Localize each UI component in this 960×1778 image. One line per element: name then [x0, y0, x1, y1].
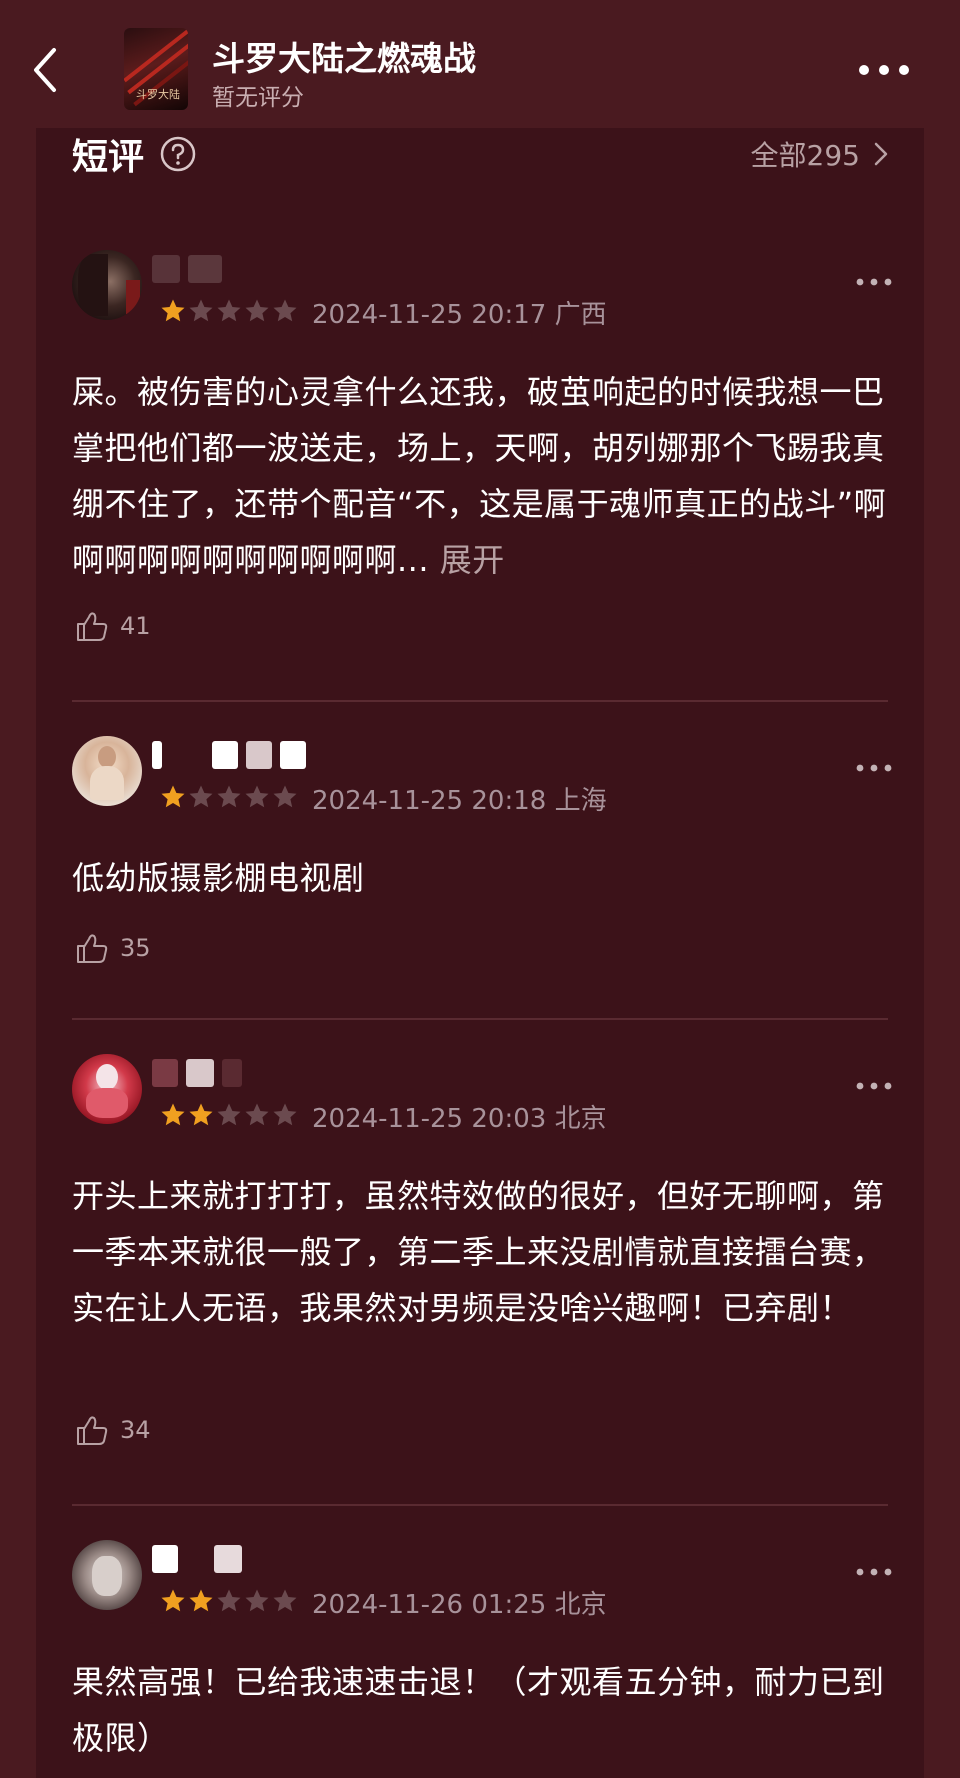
star-filled-icon — [161, 1103, 185, 1126]
star-empty-icon — [217, 1103, 241, 1126]
like-count: 41 — [120, 612, 151, 640]
review-meta: 2024-11-26 01:25 北京 — [312, 1584, 607, 1621]
avatar[interactable] — [72, 736, 142, 806]
review-meta: 2024-11-25 20:03 北京 — [312, 1098, 607, 1135]
rating-status: 暂无评分 — [212, 85, 304, 111]
review-date: 2024-11-25 20:03 — [312, 1104, 547, 1134]
more-options-button[interactable] — [856, 58, 912, 82]
star-empty-icon — [245, 785, 269, 808]
review-item: 2024-11-25 20:17 广西 屎。被伤害的心灵拿什么还我，破茧响起的时… — [36, 250, 924, 700]
review-date: 2024-11-25 20:17 — [312, 300, 547, 330]
avatar[interactable] — [72, 250, 142, 320]
rating-stars — [160, 784, 298, 810]
star-filled-icon — [161, 299, 185, 322]
star-empty-icon — [189, 785, 213, 808]
star-empty-icon — [273, 1103, 297, 1126]
like-count: 34 — [120, 1416, 151, 1444]
show-title: 斗罗大陆之燃魂战 — [212, 39, 476, 78]
star-empty-icon — [217, 785, 241, 808]
star-empty-icon — [273, 785, 297, 808]
thumbs-up-icon — [77, 612, 108, 641]
review-meta: 2024-11-25 20:18 上海 — [312, 780, 607, 817]
back-button[interactable] — [26, 44, 66, 96]
review-meta: 2024-11-25 20:17 广西 — [312, 294, 607, 331]
review-more-button[interactable] — [854, 760, 894, 774]
avatar[interactable] — [72, 1054, 142, 1124]
review-item: 2024-11-25 20:18 上海 低幼版摄影棚电视剧 35 — [36, 736, 924, 996]
view-all-reviews-link[interactable]: 全部295 — [751, 134, 888, 174]
review-item: 2024-11-26 01:25 北京 果然高强！已给我速速击退！（才观看五分钟… — [36, 1540, 924, 1778]
review-divider — [72, 700, 888, 702]
star-filled-icon — [189, 1103, 213, 1126]
star-empty-icon — [245, 1589, 269, 1612]
avatar[interactable] — [72, 1540, 142, 1610]
more-horizontal-icon — [856, 278, 892, 286]
rating-stars — [160, 298, 298, 324]
star-empty-icon — [189, 299, 213, 322]
expand-link[interactable]: 展开 — [440, 541, 505, 579]
like-count: 35 — [120, 934, 151, 962]
username-blurred — [152, 252, 222, 286]
username-blurred — [152, 738, 306, 772]
star-filled-icon — [189, 1589, 213, 1612]
review-text: 开头上来就打打打，虽然特效做的很好，但好无聊啊，第一季本来就很一般了，第二季上来… — [72, 1168, 902, 1336]
like-button[interactable]: 35 — [74, 930, 151, 966]
review-divider — [72, 1018, 888, 1020]
chevron-left-icon — [34, 48, 56, 92]
help-icon[interactable] — [160, 136, 196, 172]
review-text: 低幼版摄影棚电视剧 — [72, 850, 902, 906]
like-button[interactable]: 34 — [74, 1412, 151, 1448]
review-date: 2024-11-26 01:25 — [312, 1590, 547, 1620]
review-text-content: 开头上来就打打打，虽然特效做的很好，但好无聊啊，第一季本来就很一般了，第二季上来… — [72, 1177, 885, 1327]
review-more-button[interactable] — [854, 1564, 894, 1578]
review-divider — [72, 1504, 888, 1506]
more-horizontal-icon — [856, 1568, 892, 1576]
thumbs-up-icon — [77, 1416, 108, 1445]
review-location: 北京 — [554, 1590, 607, 1620]
star-empty-icon — [245, 299, 269, 322]
review-location: 上海 — [554, 786, 607, 816]
review-text: 屎。被伤害的心灵拿什么还我，破茧响起的时候我想一巴掌把他们都一波送走，场上，天啊… — [72, 364, 902, 588]
review-location: 广西 — [554, 300, 607, 330]
review-text-content: 果然高强！已给我速速击退！（才观看五分钟，耐力已到极限） — [72, 1663, 885, 1757]
star-empty-icon — [217, 1589, 241, 1612]
poster-logo-text: 斗罗大陆 — [136, 88, 180, 101]
like-button[interactable]: 41 — [74, 608, 151, 644]
all-reviews-count: 全部295 — [750, 139, 860, 172]
review-item: 2024-11-25 20:03 北京 开头上来就打打打，虽然特效做的很好，但好… — [36, 1054, 924, 1474]
star-empty-icon — [217, 299, 241, 322]
more-horizontal-icon — [856, 764, 892, 772]
star-filled-icon — [161, 1589, 185, 1612]
review-more-button[interactable] — [854, 1078, 894, 1092]
review-location: 北京 — [554, 1104, 607, 1134]
top-bar: 斗罗大陆 斗罗大陆之燃魂战 暂无评分 — [0, 0, 960, 128]
review-text-content: 低幼版摄影棚电视剧 — [72, 859, 365, 897]
question-circle-icon — [160, 136, 196, 172]
username-blurred — [152, 1056, 242, 1090]
star-empty-icon — [273, 1589, 297, 1612]
review-text: 果然高强！已给我速速击退！（才观看五分钟，耐力已到极限） — [72, 1654, 902, 1766]
thumbs-up-icon — [77, 934, 108, 963]
show-poster[interactable]: 斗罗大陆 — [124, 28, 188, 110]
section-title: 短评 — [72, 137, 145, 178]
username-blurred — [152, 1542, 242, 1576]
star-empty-icon — [245, 1103, 269, 1126]
more-horizontal-icon — [859, 65, 909, 75]
rating-stars — [160, 1102, 298, 1128]
review-date: 2024-11-25 20:18 — [312, 786, 547, 816]
star-empty-icon — [273, 299, 297, 322]
review-more-button[interactable] — [854, 274, 894, 288]
chevron-right-icon — [874, 142, 888, 166]
rating-stars — [160, 1588, 298, 1614]
star-filled-icon — [161, 785, 185, 808]
more-horizontal-icon — [856, 1082, 892, 1090]
